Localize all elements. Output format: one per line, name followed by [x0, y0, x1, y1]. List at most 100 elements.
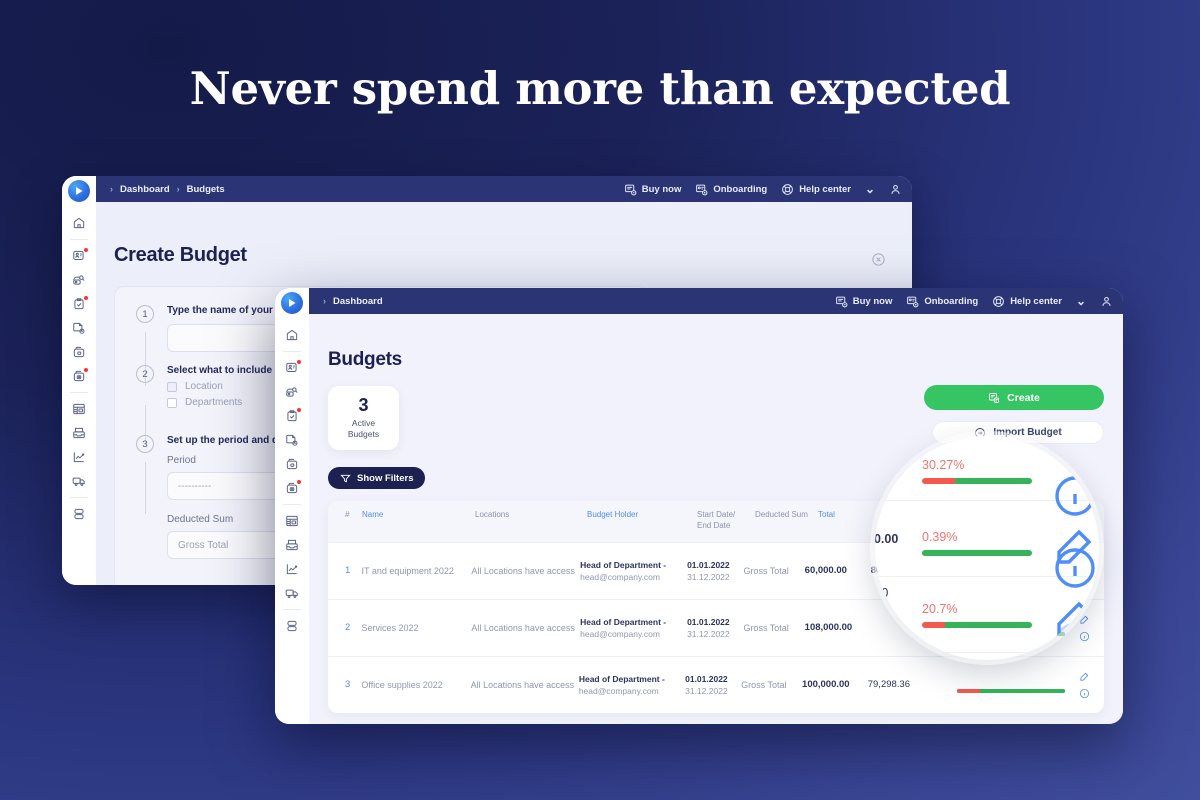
sidebar-item-employees[interactable]	[279, 356, 305, 380]
buy-now-icon	[624, 184, 637, 195]
info-icon[interactable]	[1051, 472, 1099, 520]
sidebar-item-cards[interactable]	[279, 476, 305, 500]
back-window-topbar: › Dashboard › Budgets Buy now Onboarding…	[62, 176, 912, 202]
app-logo[interactable]	[68, 180, 90, 202]
sidebar-item-wallet[interactable]	[279, 452, 305, 476]
sidebar-divider	[283, 351, 301, 352]
column-header-index[interactable]: #	[328, 510, 362, 532]
active-budgets-card[interactable]: 3 Active Budgets	[328, 386, 399, 450]
step-number: 2	[136, 365, 154, 383]
buy-now-label: Buy now	[641, 183, 682, 195]
breadcrumb-item-dashboard[interactable]: Dashboard	[120, 184, 170, 195]
help-center-button[interactable]: Help center	[781, 183, 851, 196]
sidebar-item-travel[interactable]	[66, 469, 92, 493]
sidebar-item-documents[interactable]	[66, 316, 92, 340]
page-title: Budgets	[328, 349, 402, 370]
sidebar-item-analytics[interactable]	[66, 445, 92, 469]
sidebar-item-home[interactable]	[66, 211, 92, 235]
onboarding-label: Onboarding	[924, 295, 979, 307]
sidebar-item-accounting[interactable]	[279, 509, 305, 533]
help-center-icon	[993, 295, 1005, 307]
close-icon[interactable]	[871, 252, 886, 267]
front-sidebar	[275, 288, 309, 724]
sidebar-divider	[70, 497, 88, 498]
sidebar-item-search-contacts[interactable]	[66, 268, 92, 292]
sidebar-item-employees[interactable]	[66, 244, 92, 268]
sidebar-item-cards[interactable]	[66, 364, 92, 388]
row-name: IT and equipment 2022	[361, 565, 454, 576]
sidebar-item-inbox[interactable]	[279, 533, 305, 557]
notification-dot	[297, 408, 301, 412]
sidebar-item-accounting[interactable]	[66, 397, 92, 421]
onboarding-button[interactable]: Onboarding	[906, 295, 978, 308]
onboarding-button[interactable]: Onboarding	[695, 183, 767, 196]
row-name: Office supplies 2022	[361, 679, 443, 690]
info-icon[interactable]	[1051, 544, 1099, 592]
column-header-start-date: Start Date/	[697, 510, 736, 519]
onboarding-icon	[907, 296, 919, 307]
sidebar-item-database[interactable]	[66, 502, 92, 526]
create-icon	[989, 392, 1000, 403]
notification-dot	[297, 360, 301, 364]
documents-icon	[73, 322, 85, 334]
row-budget-holder: Head of Department - head@company.com	[580, 560, 687, 582]
chevron-down-icon[interactable]: ⌄	[865, 183, 875, 195]
buy-now-button[interactable]: Buy now	[624, 183, 682, 196]
row-dates: 01.01.2022 31.12.2022	[685, 674, 741, 696]
avatar[interactable]	[1100, 295, 1113, 308]
chevron-right-icon: ›	[176, 184, 180, 194]
chevron-down-icon[interactable]: ⌄	[1076, 295, 1086, 307]
help-center-button[interactable]: Help center	[992, 295, 1062, 308]
sidebar-divider	[283, 609, 301, 610]
table-row[interactable]: 3 Office supplies 2022 All Locations hav…	[328, 655, 1104, 713]
column-header-name[interactable]: Name	[362, 510, 475, 532]
progress-spent	[922, 478, 956, 484]
help-center-icon	[782, 183, 794, 195]
sidebar-item-inbox[interactable]	[66, 421, 92, 445]
step-number: 3	[136, 435, 154, 453]
breadcrumb-item-dashboard[interactable]: Dashboard	[333, 296, 383, 307]
database-icon	[74, 508, 84, 520]
sidebar-item-database[interactable]	[279, 614, 305, 638]
sidebar-item-wallet[interactable]	[66, 340, 92, 364]
row-deducted-sum: 79,298.36	[867, 679, 910, 691]
create-button[interactable]: Create	[924, 385, 1104, 410]
row-dates: 01.01.2022 31.12.2022	[687, 617, 743, 639]
inbox-icon	[73, 427, 85, 439]
breadcrumb: › Dashboard › Budgets	[110, 184, 225, 195]
row-total: 108,000.00	[804, 622, 853, 634]
column-header-budget-holder[interactable]: Budget Holder	[587, 510, 697, 532]
buy-now-button[interactable]: Buy now	[835, 295, 892, 308]
column-header-deducted-sum[interactable]: Deducted Sum	[755, 510, 818, 532]
progress-remaining	[955, 478, 1032, 484]
avatar[interactable]	[889, 183, 902, 196]
sidebar-item-search-contacts[interactable]	[279, 380, 305, 404]
column-header-locations[interactable]: Locations	[475, 510, 587, 532]
row-total: 60,000.00	[804, 565, 847, 577]
edit-icon[interactable]	[1079, 671, 1090, 682]
row-locations: All Locations have access	[471, 565, 575, 576]
checkbox-icon	[167, 397, 177, 408]
info-icon[interactable]	[1079, 688, 1090, 699]
holder-name: Head of Department -	[580, 559, 667, 570]
app-logo[interactable]	[281, 292, 303, 314]
sidebar-item-home[interactable]	[279, 323, 305, 347]
wallet-icon	[73, 346, 85, 358]
sidebar-item-approvals[interactable]	[66, 292, 92, 316]
progress-remaining	[979, 689, 1066, 694]
show-filters-label: Show Filters	[357, 472, 414, 484]
active-budgets-count: 3	[358, 395, 369, 416]
database-icon	[287, 620, 297, 632]
show-filters-button[interactable]: Show Filters	[328, 467, 426, 489]
travel-icon	[72, 477, 85, 486]
row-budget-holder: Head of Department - head@company.com	[580, 617, 687, 639]
sidebar-item-approvals[interactable]	[279, 404, 305, 428]
sidebar-item-travel[interactable]	[279, 581, 305, 605]
row-deducted: Gross Total	[743, 565, 789, 576]
breadcrumb-item-budgets[interactable]: Budgets	[187, 184, 225, 195]
sidebar-item-documents[interactable]	[279, 428, 305, 452]
sidebar-item-analytics[interactable]	[279, 557, 305, 581]
breadcrumb: › Dashboard	[323, 296, 383, 307]
column-header-dates[interactable]: Start Date/ End Date	[697, 510, 755, 532]
info-icon[interactable]	[1051, 618, 1099, 660]
